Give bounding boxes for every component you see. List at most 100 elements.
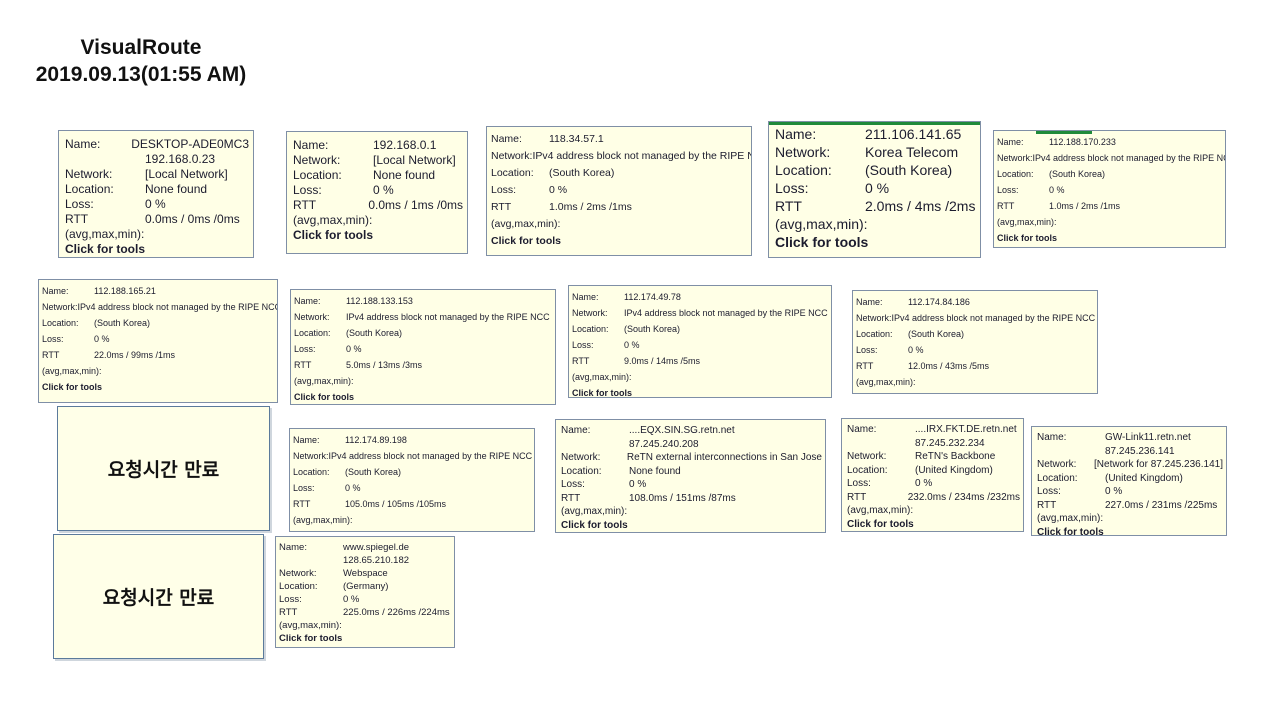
location-label: Location: <box>294 328 331 338</box>
hop-network: IPv4 address block not managed by the RI… <box>624 308 828 318</box>
rtt-label: RTT <box>279 607 298 618</box>
rtt-label: RTT <box>1037 499 1057 511</box>
hop-location: (South Korea) <box>346 328 403 338</box>
click-for-tools-link[interactable]: Click for tools <box>572 385 828 397</box>
network-label: Network: <box>294 312 330 322</box>
hop-location: (South Korea) <box>1049 169 1106 179</box>
hop-loss: 0 % <box>345 483 361 493</box>
avg-label: (avg,max,min): <box>775 216 868 232</box>
hop-loss: 0 % <box>94 334 110 344</box>
hop-rtt: 0.0ms / 0ms /0ms <box>145 212 240 226</box>
name-label: Name: <box>572 292 599 302</box>
hop-card-1[interactable]: Name: DESKTOP-ADE0MC3 192.168.0.23 Networ… <box>58 130 254 258</box>
name-label: Name: <box>65 137 101 151</box>
hop-name: 112.188.133.153 <box>346 296 413 306</box>
click-for-tools-link[interactable]: Click for tools <box>279 632 451 645</box>
hop-loss: 0 % <box>624 340 640 350</box>
location-label: Location: <box>561 465 602 477</box>
hop-location: None found <box>629 465 681 477</box>
network-label: Network: <box>293 153 341 167</box>
hop-name: GW-Link11.retn.net <box>1105 432 1191 443</box>
hop-loss: 0 % <box>908 345 924 355</box>
click-for-tools-link[interactable]: Click for tools <box>294 389 552 404</box>
hop-name: 211.106.141.65 <box>865 126 962 142</box>
hop-rtt: 1.0ms / 2ms /1ms <box>549 201 632 213</box>
hop-ip: 192.168.0.23 <box>145 152 216 166</box>
click-for-tools-link[interactable]: Click for tools <box>1037 526 1223 536</box>
click-for-tools-link[interactable]: Click for tools <box>42 379 274 395</box>
avg-label: (avg,max,min): <box>293 515 353 525</box>
click-for-tools-link[interactable]: Click for tools <box>293 228 463 243</box>
rtt-label: RTT <box>997 201 1015 211</box>
hop-network: IPv4 address block not managed by the RI… <box>346 312 550 322</box>
avg-label: (avg,max,min): <box>279 620 342 631</box>
click-for-tools-link[interactable]: Click for tools <box>856 390 1094 393</box>
name-label: Name: <box>279 542 307 553</box>
hop-location: (United Kingdom) <box>915 464 993 476</box>
name-label: Name: <box>1037 432 1067 443</box>
timeout-box-1: 요청시간 만료 <box>57 406 270 531</box>
hop-network: [Local Network] <box>373 153 456 167</box>
hop-rtt: 105.0ms / 105ms /105ms <box>345 499 447 509</box>
click-for-tools-link[interactable]: Click for tools <box>293 528 531 531</box>
hop-card-11[interactable]: Name: ....EQX.SIN.SG.retn.net 87.245.240.… <box>555 419 826 533</box>
hop-card-3[interactable]: Name: 118.34.57.1 Network: IPv4 address bl… <box>486 126 752 256</box>
network-label: Network: <box>1037 459 1077 470</box>
hop-network: IPv4 address block not managed by the RI… <box>891 313 1096 323</box>
hop-card-9[interactable]: Name: 112.174.84.186 Network: IPv4 address… <box>852 290 1098 394</box>
hop-card-5[interactable]: Name: 112.188.170.233 Network: IPv4 addres… <box>993 130 1226 248</box>
hop-name: 192.168.0.1 <box>373 138 437 152</box>
network-label: Network: <box>572 308 608 318</box>
hop-card-13[interactable]: Name: GW-Link11.retn.net 87.245.236.141 N… <box>1031 426 1227 536</box>
hop-name: 112.174.49.78 <box>624 292 681 302</box>
hop-ip: 87.245.236.141 <box>1105 445 1175 457</box>
hop-card-6[interactable]: Name: 112.188.165.21 Network: IPv4 address… <box>38 279 278 403</box>
hop-card-14[interactable]: Name: www.spiegel.de 128.65.210.182 Netwo… <box>275 536 455 648</box>
hop-network: ReTN external interconnections in San Jo… <box>626 452 822 463</box>
name-label: Name: <box>775 126 817 142</box>
rtt-label: RTT <box>65 212 89 226</box>
hop-network: IPv4 address block not managed by the RI… <box>1032 153 1226 163</box>
location-label: Location: <box>775 162 832 178</box>
hop-location: (South Korea) <box>94 318 151 328</box>
name-label: Name: <box>294 296 321 306</box>
network-label: Network: <box>847 451 887 462</box>
loss-label: Loss: <box>65 197 94 211</box>
rtt-label: RTT <box>572 356 590 366</box>
hop-loss: 0 % <box>1049 185 1065 195</box>
location-label: Location: <box>1037 472 1078 484</box>
click-for-tools-link[interactable]: Click for tools <box>997 230 1222 246</box>
hop-ip: 128.65.210.182 <box>343 555 410 566</box>
name-label: Name: <box>42 286 69 296</box>
hop-location: (South Korea) <box>549 167 615 179</box>
hop-location: (United Kingdom) <box>1105 472 1183 484</box>
hop-card-10[interactable]: Name: 112.174.89.198 Network: IPv4 address… <box>289 428 535 532</box>
avg-label: (avg,max,min): <box>293 213 373 227</box>
hop-card-8[interactable]: Name: 112.174.49.78 Network: IPv4 address … <box>568 285 832 398</box>
hop-network: ReTN's Backbone <box>915 451 996 462</box>
avg-label: (avg,max,min): <box>491 218 561 230</box>
hop-loss: 0 % <box>549 184 568 196</box>
click-for-tools-link[interactable]: Click for tools <box>561 519 822 533</box>
name-label: Name: <box>856 297 883 307</box>
avg-label: (avg,max,min): <box>997 217 1057 227</box>
hop-name: www.spiegel.de <box>343 542 410 553</box>
hop-rtt: 12.0ms / 43ms /5ms <box>908 361 990 371</box>
hop-card-7[interactable]: Name: 112.188.133.153 Network: IPv4 addres… <box>290 289 556 405</box>
click-for-tools-link[interactable]: Click for tools <box>847 518 1020 532</box>
hop-card-2[interactable]: Name: 192.168.0.1 Network: [Local Network]… <box>286 131 468 254</box>
hop-location: None found <box>145 182 208 196</box>
hop-network: Korea Telecom <box>865 144 959 160</box>
click-for-tools-link[interactable]: Click for tools <box>775 233 976 251</box>
avg-label: (avg,max,min): <box>856 377 916 387</box>
hop-name: 112.174.84.186 <box>908 297 970 307</box>
hop-card-12[interactable]: Name: ....IRX.FKT.DE.retn.net 87.245.232.… <box>841 418 1024 532</box>
click-for-tools-link[interactable]: Click for tools <box>65 242 249 257</box>
hop-ip: 87.245.232.234 <box>915 437 985 449</box>
click-for-tools-link[interactable]: Click for tools <box>491 233 747 250</box>
hop-card-4[interactable]: Name: 211.106.141.65 Network: Korea Teleco… <box>768 121 981 258</box>
avg-label: (avg,max,min): <box>42 366 102 376</box>
loss-label: Loss: <box>294 344 316 354</box>
network-label: Network: <box>856 313 892 323</box>
hop-network: IPv4 address block not managed by the RI… <box>532 150 752 162</box>
